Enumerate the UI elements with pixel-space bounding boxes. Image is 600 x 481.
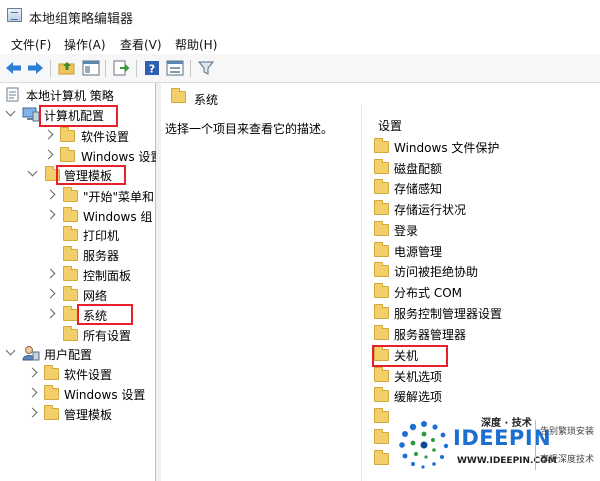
folder-icon <box>374 408 389 423</box>
tree-label: 用户配置 <box>44 348 93 362</box>
properties-icon[interactable] <box>166 59 184 77</box>
folder-icon <box>60 127 75 142</box>
chevron-right-icon[interactable] <box>27 387 38 398</box>
filter-icon[interactable] <box>197 59 215 77</box>
folder-icon <box>63 226 78 241</box>
watermark-slogan-1: 告别繁琐安装 <box>540 427 595 437</box>
tree-pane: 本地计算机 策略 计算机配置 软件设置 Windows 设置 管理模板 "开始"… <box>0 83 162 481</box>
tree-label: 软件设置 <box>81 130 130 144</box>
tree-label: 软件设置 <box>64 368 113 382</box>
tree-label: 服务器 <box>83 249 120 263</box>
menu-bar: 文件(F) 操作(A) 查看(V) 帮助(H) <box>0 32 600 54</box>
highlight-box <box>56 165 126 185</box>
folder-icon <box>63 286 78 301</box>
details-header-title: 系统 <box>194 93 219 107</box>
folder-icon <box>374 138 389 153</box>
watermark-divider <box>535 420 536 470</box>
tree-label: 控制面板 <box>83 269 132 283</box>
highlight-box <box>372 345 448 367</box>
chevron-right-icon[interactable] <box>45 209 56 220</box>
policy-document-icon <box>6 87 19 102</box>
watermark: 深度 · 技术 IDEEPIN WWW.IDEEPIN.COM 告别繁琐安装 享… <box>389 404 600 481</box>
folder-icon <box>374 283 389 298</box>
folder-icon <box>374 325 389 340</box>
watermark-brand: IDEEPIN <box>453 426 552 450</box>
chevron-down-icon[interactable] <box>5 106 16 117</box>
export-list-icon[interactable] <box>112 59 130 77</box>
folder-icon <box>44 385 59 400</box>
folder-icon <box>63 306 78 321</box>
window-title: 本地组策略编辑器 <box>29 12 134 27</box>
folder-icon <box>374 200 389 215</box>
tree-label: 管理模板 <box>64 408 113 422</box>
svg-text:?: ? <box>149 63 155 76</box>
back-icon[interactable] <box>5 59 23 77</box>
folder-icon <box>60 147 75 162</box>
folder-icon <box>63 246 78 261</box>
folder-icon <box>374 387 389 402</box>
highlight-box <box>39 105 118 127</box>
tree-label: 网络 <box>83 289 108 303</box>
chevron-right-icon[interactable] <box>43 129 54 140</box>
folder-icon <box>374 179 389 194</box>
up-folder-icon[interactable] <box>58 59 76 77</box>
user-icon <box>22 346 40 361</box>
toolbar-separator <box>136 60 137 77</box>
tree-label: Windows 设置 <box>81 150 163 164</box>
computer-icon <box>22 107 40 122</box>
highlight-box <box>77 304 133 325</box>
tree-label: "开始"菜单和 <box>83 190 155 204</box>
menu-file[interactable]: 文件(F) <box>11 36 51 53</box>
toolbar-separator <box>105 60 106 77</box>
tree-label: 打印机 <box>83 229 120 243</box>
title-bar: 本地组策略编辑器 <box>0 0 600 32</box>
toolbar: ? <box>0 54 600 83</box>
show-hide-tree-icon[interactable] <box>82 59 100 77</box>
chevron-right-icon[interactable] <box>45 288 56 299</box>
watermark-slogan-2: 享受深度技术 <box>540 455 595 465</box>
app-icon <box>7 8 22 22</box>
help-icon[interactable]: ? <box>143 59 161 77</box>
chevron-down-icon[interactable] <box>5 345 16 356</box>
chevron-right-icon[interactable] <box>43 149 54 160</box>
column-header-setting[interactable]: 设置 <box>378 117 402 134</box>
folder-icon <box>374 450 389 465</box>
chevron-right-icon[interactable] <box>45 308 56 319</box>
folder-icon <box>63 266 78 281</box>
menu-view[interactable]: 查看(V) <box>120 36 162 53</box>
folder-icon <box>374 221 389 236</box>
chevron-right-icon[interactable] <box>45 268 56 279</box>
folder-icon <box>374 429 389 444</box>
folder-icon <box>374 367 389 382</box>
folder-icon <box>374 242 389 257</box>
folder-icon <box>63 326 78 341</box>
folder-icon <box>63 207 78 222</box>
menu-help[interactable]: 帮助(H) <box>175 36 217 53</box>
menu-action[interactable]: 操作(A) <box>64 36 106 53</box>
deepin-logo-icon <box>399 421 449 469</box>
chevron-right-icon[interactable] <box>27 407 38 418</box>
folder-icon <box>374 159 389 174</box>
tree-label: 所有设置 <box>83 329 132 343</box>
folder-icon <box>374 262 389 277</box>
folder-icon <box>63 187 78 202</box>
tree-label: 本地计算机 策略 <box>26 89 114 103</box>
folder-icon <box>171 88 186 103</box>
chevron-right-icon[interactable] <box>27 367 38 378</box>
description-text: 选择一个项目来查看它的描述。 <box>165 122 334 136</box>
toolbar-separator <box>50 60 51 77</box>
toolbar-separator <box>190 60 191 77</box>
chevron-right-icon[interactable] <box>45 189 56 200</box>
folder-icon <box>44 365 59 380</box>
folder-icon <box>374 304 389 319</box>
chevron-down-icon[interactable] <box>27 166 38 177</box>
tree-label: Windows 设置 <box>64 388 146 402</box>
folder-icon <box>44 405 59 420</box>
forward-icon[interactable] <box>26 59 44 77</box>
tree-label: Windows 组 <box>83 210 153 224</box>
